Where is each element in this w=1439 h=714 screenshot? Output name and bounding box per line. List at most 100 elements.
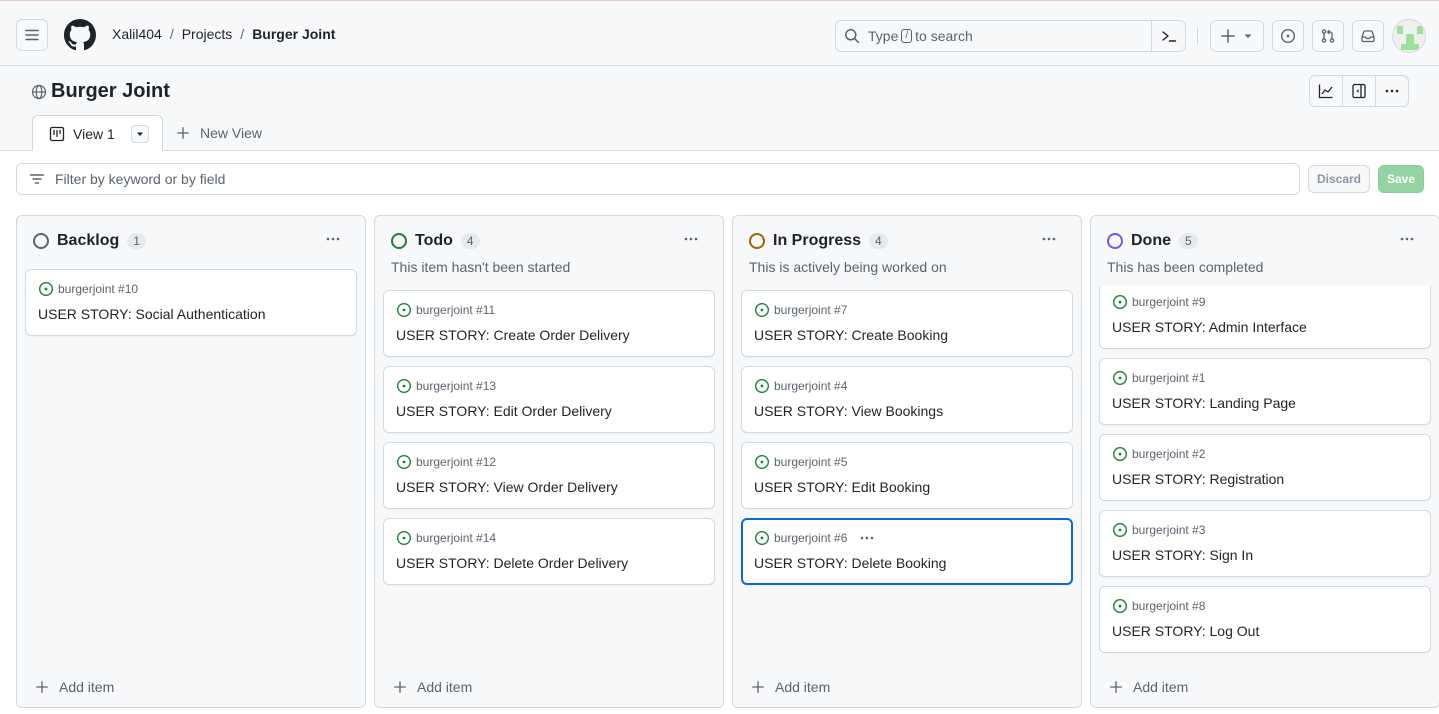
board-column-done: Done 5 This has been completed burgerjoint … — [1090, 215, 1439, 708]
issue-card[interactable]: burgerjoint #7 USER STORY: Create Booking — [741, 290, 1073, 357]
add-item-button[interactable]: Add item — [1109, 679, 1188, 695]
issue-title[interactable]: USER STORY: Log Out — [1112, 623, 1259, 639]
search-placeholder-prefix: Type — [868, 28, 899, 44]
user-avatar[interactable] — [1392, 19, 1426, 53]
issue-title[interactable]: USER STORY: View Bookings — [754, 403, 943, 419]
issue-title[interactable]: USER STORY: Admin Interface — [1112, 319, 1307, 335]
toggle-side-panel-button[interactable] — [1343, 76, 1376, 106]
breadcrumb-owner[interactable]: Xalil404 — [112, 26, 162, 42]
issue-title[interactable]: USER STORY: View Order Delivery — [396, 479, 618, 495]
card-list: burgerjoint #9 USER STORY: Admin Interfac… — [1099, 286, 1431, 659]
issue-reference[interactable]: burgerjoint #9 — [1132, 295, 1205, 309]
issue-card[interactable]: burgerjoint #9 USER STORY: Admin Interfac… — [1099, 286, 1431, 349]
filter-icon — [29, 174, 45, 184]
issue-reference[interactable]: burgerjoint #7 — [774, 303, 847, 317]
filter-input[interactable]: Filter by keyword or by field — [16, 163, 1300, 195]
new-view-button[interactable]: New View — [176, 125, 262, 141]
column-header: Done 5 — [1107, 232, 1198, 250]
issue-title[interactable]: USER STORY: Edit Booking — [754, 479, 930, 495]
github-logo[interactable] — [64, 19, 96, 51]
issue-title[interactable]: USER STORY: Registration — [1112, 471, 1284, 487]
issue-title[interactable]: USER STORY: Delete Booking — [754, 555, 946, 571]
issue-opened-icon — [38, 281, 54, 297]
issue-reference[interactable]: burgerjoint #11 — [416, 303, 495, 317]
issue-card[interactable]: burgerjoint #13 USER STORY: Edit Order De… — [383, 366, 715, 433]
column-item-count: 4 — [460, 233, 480, 249]
issue-card[interactable]: burgerjoint #4 USER STORY: View Bookings — [741, 366, 1073, 433]
issue-card[interactable]: burgerjoint #11 USER STORY: Create Order … — [383, 290, 715, 357]
issue-reference[interactable]: burgerjoint #8 — [1132, 599, 1205, 613]
card-meta: burgerjoint #11 — [396, 302, 495, 318]
project-title-text: Burger Joint — [51, 80, 170, 102]
tab-label: View 1 — [73, 125, 115, 142]
issue-card[interactable]: burgerjoint #10 USER STORY: Social Authen… — [25, 269, 357, 336]
card-meta: burgerjoint #4 — [754, 378, 847, 394]
column-item-count: 1 — [127, 233, 146, 249]
your-issues-button[interactable] — [1272, 20, 1304, 52]
search-shortcut-key: / — [901, 29, 913, 43]
issue-card[interactable]: burgerjoint #6 USER STORY: Delete Booking — [741, 518, 1073, 585]
status-circle-icon — [33, 233, 49, 249]
column-menu-button[interactable] — [1393, 230, 1421, 248]
tab-view-1[interactable]: View 1 — [32, 115, 163, 151]
card-meta: burgerjoint #12 — [396, 454, 496, 470]
issue-card[interactable]: burgerjoint #3 USER STORY: Sign In — [1099, 510, 1431, 577]
issue-title[interactable]: USER STORY: Delete Order Delivery — [396, 555, 628, 571]
issue-title[interactable]: USER STORY: Landing Page — [1112, 395, 1296, 411]
notifications-inbox-button[interactable] — [1352, 20, 1384, 52]
issue-opened-icon — [1112, 446, 1128, 462]
column-menu-button[interactable] — [677, 230, 705, 248]
issue-reference[interactable]: burgerjoint #10 — [58, 282, 138, 296]
command-palette-button[interactable] — [1151, 21, 1185, 51]
issue-card[interactable]: burgerjoint #12 USER STORY: View Order De… — [383, 442, 715, 509]
plus-icon — [177, 127, 189, 139]
issue-title[interactable]: USER STORY: Edit Order Delivery — [396, 403, 612, 419]
global-search-input[interactable]: Type / to search — [835, 20, 1186, 52]
view-options-dropdown[interactable] — [130, 124, 149, 143]
scrollable-card-area[interactable]: burgerjoint #9 USER STORY: Admin Interfac… — [1091, 286, 1439, 659]
issue-reference[interactable]: burgerjoint #6 — [774, 531, 847, 545]
triangle-down-icon — [136, 132, 143, 136]
search-placeholder-suffix: to search — [915, 28, 973, 44]
add-item-button[interactable]: Add item — [393, 679, 472, 695]
command-palette-icon — [1161, 31, 1176, 42]
card-meta: burgerjoint #13 — [396, 378, 496, 394]
issue-opened-icon — [754, 378, 770, 394]
issue-card[interactable]: burgerjoint #8 USER STORY: Log Out — [1099, 586, 1431, 653]
discard-button[interactable]: Discard — [1308, 165, 1370, 193]
column-menu-button[interactable] — [1035, 230, 1063, 248]
issue-title[interactable]: USER STORY: Social Authentication — [38, 306, 266, 322]
issue-card[interactable]: burgerjoint #14 USER STORY: Delete Order … — [383, 518, 715, 585]
card-list: burgerjoint #10 USER STORY: Social Authen… — [25, 269, 357, 345]
your-pull-requests-button[interactable] — [1312, 20, 1344, 52]
issue-opened-icon — [1112, 370, 1128, 386]
open-global-navigation-button[interactable] — [16, 19, 48, 51]
issue-reference[interactable]: burgerjoint #5 — [774, 455, 847, 469]
issue-title[interactable]: USER STORY: Create Booking — [754, 327, 948, 343]
issue-card[interactable]: burgerjoint #1 USER STORY: Landing Page — [1099, 358, 1431, 425]
insights-button[interactable] — [1310, 76, 1343, 106]
issue-card[interactable]: burgerjoint #5 USER STORY: Edit Booking — [741, 442, 1073, 509]
issue-reference[interactable]: burgerjoint #13 — [416, 379, 496, 393]
issue-reference[interactable]: burgerjoint #2 — [1132, 447, 1205, 461]
issue-reference[interactable]: burgerjoint #12 — [416, 455, 496, 469]
column-item-count: 4 — [869, 233, 888, 249]
project-more-options-button[interactable] — [1376, 76, 1408, 106]
issue-title[interactable]: USER STORY: Create Order Delivery — [396, 327, 630, 343]
card-meta: burgerjoint #8 — [1112, 598, 1205, 614]
add-item-button[interactable]: Add item — [35, 679, 114, 695]
breadcrumb-projects[interactable]: Projects — [182, 26, 233, 42]
issue-reference[interactable]: burgerjoint #3 — [1132, 523, 1205, 537]
column-menu-button[interactable] — [319, 230, 347, 248]
add-item-label: Add item — [775, 679, 831, 695]
breadcrumb-project[interactable]: Burger Joint — [252, 26, 335, 42]
issue-title[interactable]: USER STORY: Sign In — [1112, 547, 1253, 563]
save-button[interactable]: Save — [1378, 165, 1424, 193]
issue-reference[interactable]: burgerjoint #4 — [774, 379, 847, 393]
add-item-button[interactable]: Add item — [751, 679, 830, 695]
card-menu-button[interactable] — [859, 530, 875, 546]
create-new-button[interactable] — [1210, 20, 1264, 52]
issue-reference[interactable]: burgerjoint #14 — [416, 531, 496, 545]
issue-card[interactable]: burgerjoint #2 USER STORY: Registration — [1099, 434, 1431, 501]
issue-reference[interactable]: burgerjoint #1 — [1132, 371, 1205, 385]
